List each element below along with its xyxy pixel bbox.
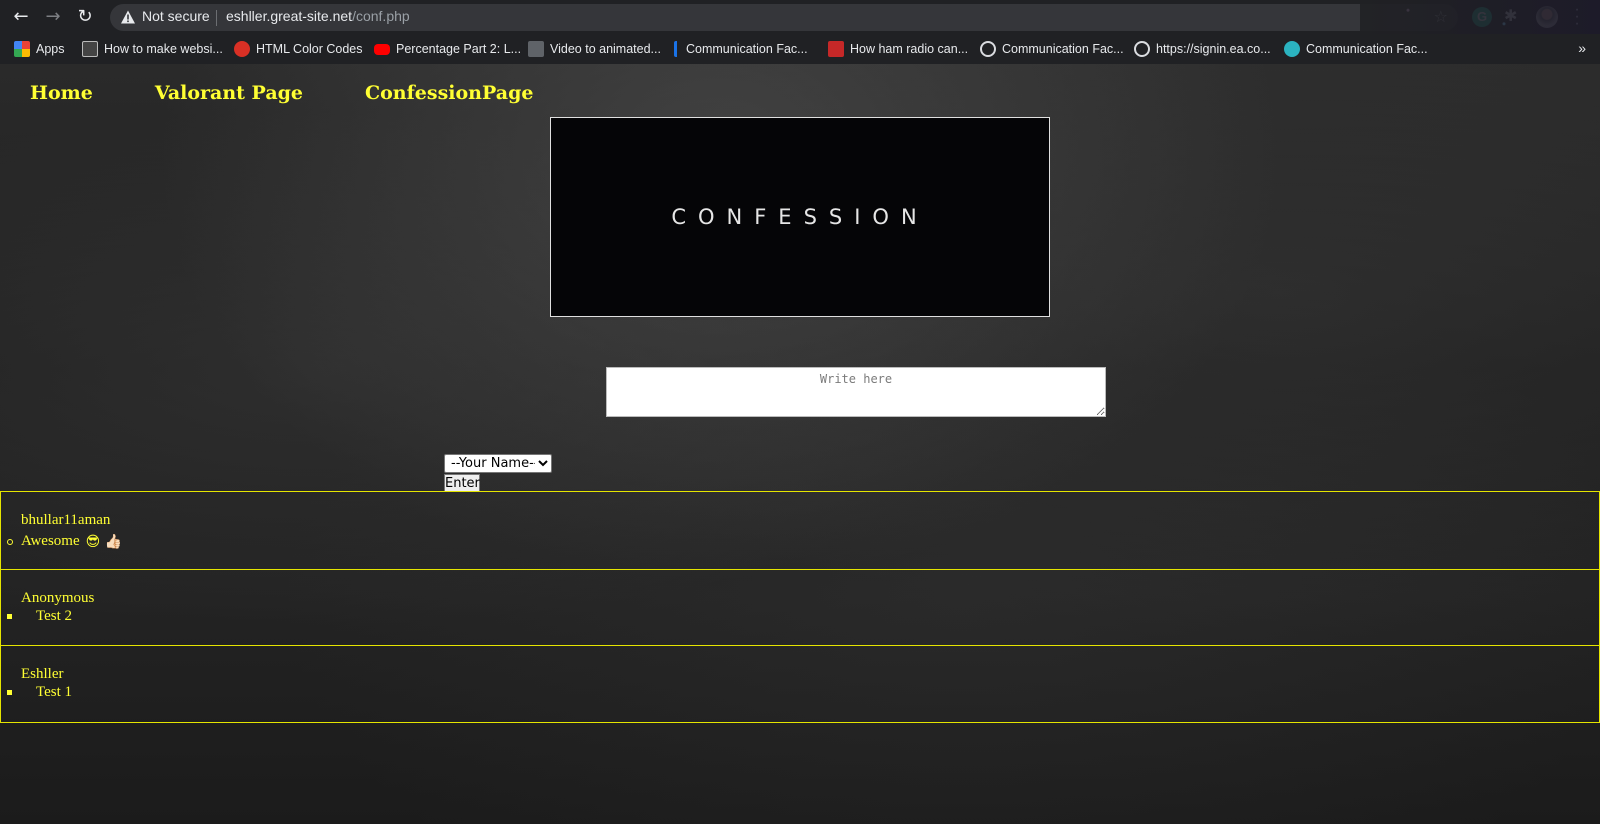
warning-icon[interactable] [120,9,136,25]
post-body: Awesome 😎 👍🏻 [5,533,122,550]
bookmark-item[interactable]: How ham radio can... [828,40,968,58]
confession-banner: CONFESSION [550,117,1050,317]
page-body: Home Valorant Page ConfessionPage CONFES… [0,64,1600,824]
more-bookmarks-icon[interactable]: » [1578,40,1586,56]
nav-confession-link[interactable]: ConfessionPage [365,82,533,104]
post-emoji: 😎 👍🏻 [85,533,123,550]
square-bullet-icon [7,614,12,619]
confession-post: Eshller Test 1 [0,645,1600,723]
bookmark-label: How to make websi... [104,42,223,56]
video-favicon [528,41,544,57]
bookmark-star-icon[interactable]: ☆ [1434,7,1448,26]
forward-icon[interactable]: → [42,6,64,28]
bookmark-label: Video to animated... [550,42,661,56]
banner-title: CONFESSION [671,205,929,229]
site-favicon [82,41,98,57]
bookmark-item[interactable]: Communication Fac... [980,40,1124,58]
post-author: bhullar11aman [21,512,111,528]
name-select[interactable]: --Your Name-- [444,454,552,473]
info-favicon [674,41,680,57]
bookmark-label: Percentage Part 2: L... [396,42,522,56]
bookmark-item[interactable]: Video to animated... [528,40,661,58]
browser-toolbar: ← → ↻ Not secure eshller.great-site.net/… [0,0,1600,34]
post-author: Eshller [21,666,64,682]
bookmark-item[interactable]: https://signin.ea.co... [1134,40,1271,58]
bookmark-item[interactable]: How to make websi... [82,40,223,58]
bookmark-label: Apps [36,42,65,56]
post-author: Anonymous [21,590,95,606]
bookmark-apps[interactable]: Apps [14,40,65,58]
bookmark-item[interactable]: Communication Fac... [1284,40,1428,58]
nav-home-link[interactable]: Home [30,82,93,104]
url-path: /conf.php [352,8,410,24]
bookmark-label: How ham radio can... [850,42,969,56]
bookmark-label: Communication Fac... [686,42,808,56]
enter-button[interactable]: Enter [444,474,480,492]
bookmark-item[interactable]: Percentage Part 2: L... [374,40,521,58]
circle-bullet-icon [7,538,13,545]
confession-post: Anonymous Test 2 [0,569,1600,646]
confession-list: bhullar11aman Awesome 😎 👍🏻 Anonymous Tes… [0,491,1600,723]
bookmark-label: https://signin.ea.co... [1156,42,1271,56]
nav-valorant-link[interactable]: Valorant Page [155,82,303,104]
url-text[interactable]: eshller.great-site.net/conf.php [226,8,410,24]
site-favicon [1284,41,1300,57]
url-host: eshller.great-site.net [226,8,353,24]
site-nav: Home Valorant Page ConfessionPage [30,82,533,104]
post-text: Awesome [21,533,80,549]
confession-textarea[interactable] [606,367,1106,417]
omnibox-divider [216,10,217,26]
reload-icon[interactable]: ↻ [74,6,96,28]
post-body: Test 2 [5,608,72,625]
globe-icon [1134,41,1150,57]
toi-icon [828,41,844,57]
security-status[interactable]: Not secure [142,8,210,24]
extensions-puzzle-icon[interactable]: ✱ [1504,6,1517,25]
globe-icon [980,41,996,57]
back-icon[interactable]: ← [10,6,32,28]
more-menu-icon[interactable]: · · · [1572,2,1582,32]
bookmarks-bar: Apps How to make websi... HTML Color Cod… [0,34,1600,64]
profile-avatar[interactable] [1536,6,1558,28]
youtube-icon [374,43,390,55]
bookmark-item[interactable]: HTML Color Codes [234,40,363,58]
post-text: Test 1 [36,684,73,700]
bookmark-label: Communication Fac... [1002,42,1124,56]
confession-post: bhullar11aman Awesome 😎 👍🏻 [0,491,1600,570]
post-text: Test 2 [36,608,73,624]
address-bar[interactable]: Not secure eshller.great-site.net/conf.p… [110,4,1458,31]
bookmark-item[interactable]: Communication Fac... [674,40,808,58]
bookmark-label: HTML Color Codes [256,42,363,56]
grammarly-extension-icon[interactable]: G [1472,7,1492,27]
color-codes-icon [234,41,250,57]
square-bullet-icon [7,690,12,695]
apps-grid-icon [14,41,30,57]
bookmark-label: Communication Fac... [1306,42,1428,56]
post-body: Test 1 [5,684,72,701]
